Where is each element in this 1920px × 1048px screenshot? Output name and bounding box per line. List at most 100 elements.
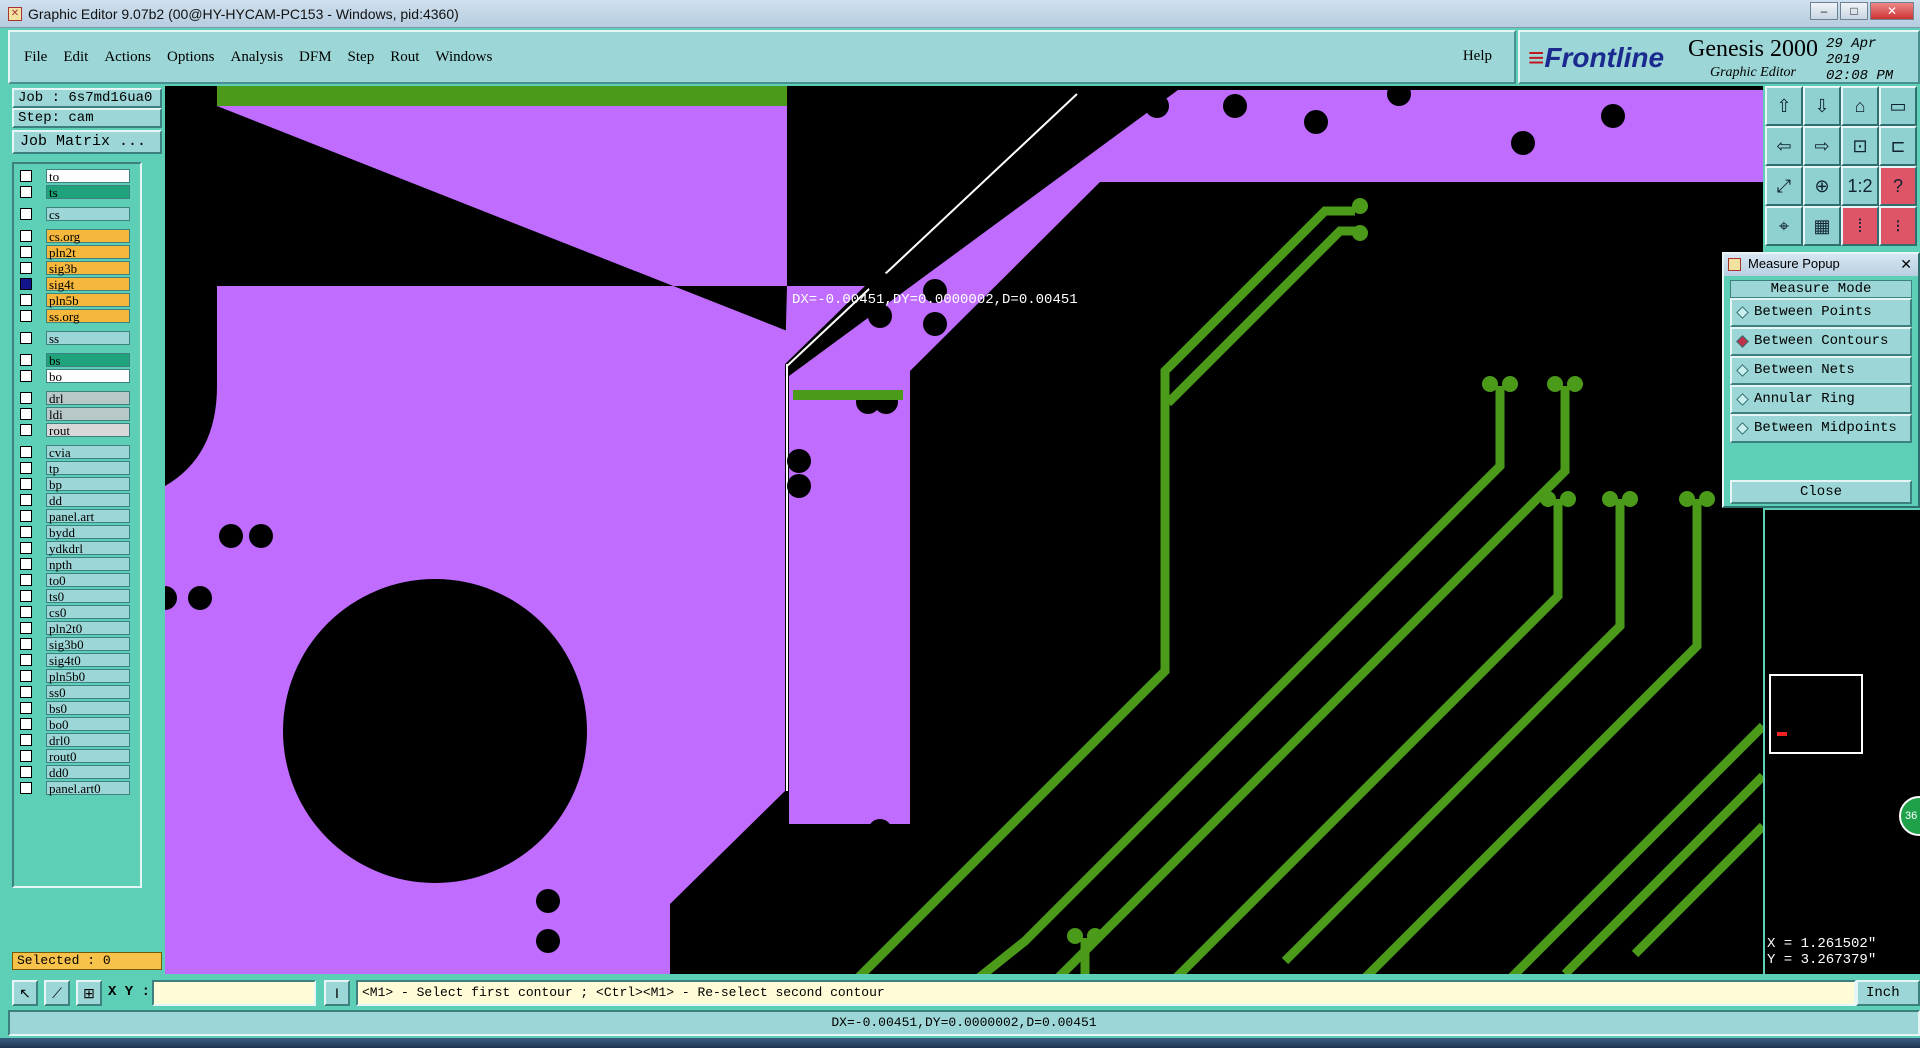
- layer-name[interactable]: npth: [46, 557, 130, 571]
- menu-rout[interactable]: Rout: [390, 49, 419, 66]
- layer-row[interactable]: ss.org: [16, 308, 140, 324]
- layer-row[interactable]: ydkdrl: [16, 540, 140, 556]
- layer-checkbox[interactable]: [20, 526, 32, 538]
- layer-checkbox[interactable]: [20, 782, 32, 794]
- layer-checkbox[interactable]: [20, 392, 32, 404]
- layer-name[interactable]: rout0: [46, 749, 130, 763]
- layer-checkbox[interactable]: [20, 750, 32, 762]
- zoom-toggle-icon[interactable]: ⊡: [1841, 126, 1879, 166]
- layer-row[interactable]: pln2t: [16, 244, 140, 260]
- layer-name[interactable]: bo0: [46, 717, 130, 731]
- layer-checkbox[interactable]: [20, 590, 32, 602]
- layer-row[interactable]: dd: [16, 492, 140, 508]
- menu-analysis[interactable]: Analysis: [231, 49, 284, 66]
- layer-checkbox[interactable]: [20, 446, 32, 458]
- layer-name[interactable]: pln5b: [46, 293, 130, 307]
- layer-row[interactable]: pln2t0: [16, 620, 140, 636]
- layer-row[interactable]: pln5b0: [16, 668, 140, 684]
- pan-right-icon[interactable]: ⇨: [1803, 126, 1841, 166]
- layer-name[interactable]: cvia: [46, 445, 130, 459]
- graphic-canvas[interactable]: DX=-0.00451,DY=0.0000002,D=0.00451: [165, 86, 1763, 974]
- layer-name[interactable]: sig4t0: [46, 653, 130, 667]
- layer-name[interactable]: cs.org: [46, 229, 130, 243]
- layer-row[interactable]: panel.art0: [16, 780, 140, 796]
- menu-step[interactable]: Step: [348, 49, 375, 66]
- layer-name[interactable]: ss.org: [46, 309, 130, 323]
- menu-actions[interactable]: Actions: [104, 49, 151, 66]
- layer-row[interactable]: cs0: [16, 604, 140, 620]
- layer-row[interactable]: panel.art: [16, 508, 140, 524]
- layer-checkbox[interactable]: [20, 702, 32, 714]
- overview-map[interactable]: [1769, 674, 1863, 754]
- layer-row[interactable]: sig4t: [16, 276, 140, 292]
- layer-name[interactable]: sig4t: [46, 277, 130, 291]
- layer-name[interactable]: pln2t0: [46, 621, 130, 635]
- layer-checkbox[interactable]: [20, 230, 32, 242]
- layer-row[interactable]: bo: [16, 368, 140, 384]
- zoom-fit-icon[interactable]: ⤢: [1765, 166, 1803, 206]
- layer-checkbox[interactable]: [20, 686, 32, 698]
- zoom-area-icon[interactable]: ⊕: [1803, 166, 1841, 206]
- units-select[interactable]: Inch: [1856, 980, 1920, 1006]
- layer-row[interactable]: cs.org: [16, 228, 140, 244]
- layer-checkbox[interactable]: [20, 734, 32, 746]
- layer-row[interactable]: ts: [16, 184, 140, 200]
- measure-mode-option[interactable]: Annular Ring: [1730, 385, 1912, 414]
- layer-name[interactable]: sig3b: [46, 261, 130, 275]
- popup-close-icon[interactable]: ✕: [1900, 254, 1912, 274]
- layer-checkbox[interactable]: [20, 310, 32, 322]
- layer-row[interactable]: bs: [16, 352, 140, 368]
- menu-windows[interactable]: Windows: [435, 49, 492, 66]
- layer-name[interactable]: ss0: [46, 685, 130, 699]
- layer-checkbox[interactable]: [20, 186, 32, 198]
- maximize-icon[interactable]: □: [1840, 2, 1868, 20]
- layer-name[interactable]: ldi: [46, 407, 130, 421]
- layer-row[interactable]: bs0: [16, 700, 140, 716]
- layer-checkbox[interactable]: [20, 462, 32, 474]
- layer-name[interactable]: pln2t: [46, 245, 130, 259]
- measure-icon[interactable]: ⌖: [1765, 206, 1803, 246]
- layer-row[interactable]: rout: [16, 422, 140, 438]
- layer-name[interactable]: ts0: [46, 589, 130, 603]
- layer-row[interactable]: bp: [16, 476, 140, 492]
- layer-row[interactable]: sig4t0: [16, 652, 140, 668]
- layer-name[interactable]: bs: [46, 353, 130, 367]
- connect-icon[interactable]: ⁝: [1879, 206, 1917, 246]
- layer-checkbox[interactable]: [20, 558, 32, 570]
- layer-row[interactable]: pln5b: [16, 292, 140, 308]
- draw-tool-icon[interactable]: ⟋: [44, 980, 70, 1006]
- layer-row[interactable]: ss0: [16, 684, 140, 700]
- layer-checkbox[interactable]: [20, 766, 32, 778]
- grid-snap-icon[interactable]: ⊞: [76, 980, 102, 1006]
- menu-dfm[interactable]: DFM: [299, 49, 332, 66]
- layer-checkbox[interactable]: [20, 622, 32, 634]
- layer-checkbox[interactable]: [20, 510, 32, 522]
- help-icon[interactable]: ?: [1879, 166, 1917, 206]
- layer-name[interactable]: pln5b0: [46, 669, 130, 683]
- layer-row[interactable]: npth: [16, 556, 140, 572]
- layer-checkbox[interactable]: [20, 718, 32, 730]
- snap-icon[interactable]: ⊏: [1879, 126, 1917, 166]
- layer-name[interactable]: panel.art0: [46, 781, 130, 795]
- layer-name[interactable]: ss: [46, 331, 130, 345]
- layer-name[interactable]: cs0: [46, 605, 130, 619]
- grid-icon[interactable]: ▦: [1803, 206, 1841, 246]
- menu-options[interactable]: Options: [167, 49, 215, 66]
- layer-checkbox[interactable]: [20, 278, 32, 290]
- layer-checkbox[interactable]: [20, 246, 32, 258]
- window-icon[interactable]: ▭: [1879, 86, 1917, 126]
- layer-checkbox[interactable]: [20, 606, 32, 618]
- minimize-icon[interactable]: –: [1810, 2, 1838, 20]
- measure-mode-option[interactable]: Between Points: [1730, 298, 1912, 327]
- layer-row[interactable]: to0: [16, 572, 140, 588]
- layer-name[interactable]: bs0: [46, 701, 130, 715]
- pan-up-icon[interactable]: ⇧: [1765, 86, 1803, 126]
- layer-row[interactable]: ts0: [16, 588, 140, 604]
- layer-row[interactable]: sig3b0: [16, 636, 140, 652]
- layer-name[interactable]: rout: [46, 423, 130, 437]
- layer-row[interactable]: dd0: [16, 764, 140, 780]
- scale-icon[interactable]: 1:2: [1841, 166, 1879, 206]
- cursor-mode-icon[interactable]: I: [324, 980, 350, 1006]
- home-icon[interactable]: ⌂: [1841, 86, 1879, 126]
- layer-name[interactable]: ts: [46, 185, 130, 199]
